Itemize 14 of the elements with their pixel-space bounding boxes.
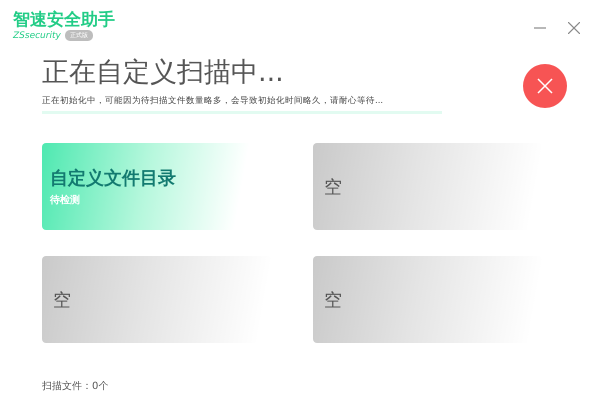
scan-title: 正在自定义扫描中... [42, 57, 284, 88]
task-title: 自定义文件目录 [50, 167, 176, 190]
close-icon [537, 78, 553, 94]
empty-label: 空 [52, 288, 71, 312]
scanned-files-count: 扫描文件：0个 [42, 380, 108, 393]
close-icon [568, 22, 580, 34]
app-name: 智速安全助手 [13, 10, 115, 30]
app-subtitle: ZSsecurity [13, 30, 61, 40]
minimize-icon [534, 27, 546, 29]
scan-message: 正在初始化中，可能因为待扫描文件数量略多，会导致初始化时间略久，请耐心等待... [42, 95, 384, 107]
empty-label: 空 [323, 176, 342, 198]
stop-scan-button[interactable] [523, 64, 567, 108]
empty-label: 空 [323, 288, 342, 312]
task-status: 待检测 [50, 194, 80, 207]
